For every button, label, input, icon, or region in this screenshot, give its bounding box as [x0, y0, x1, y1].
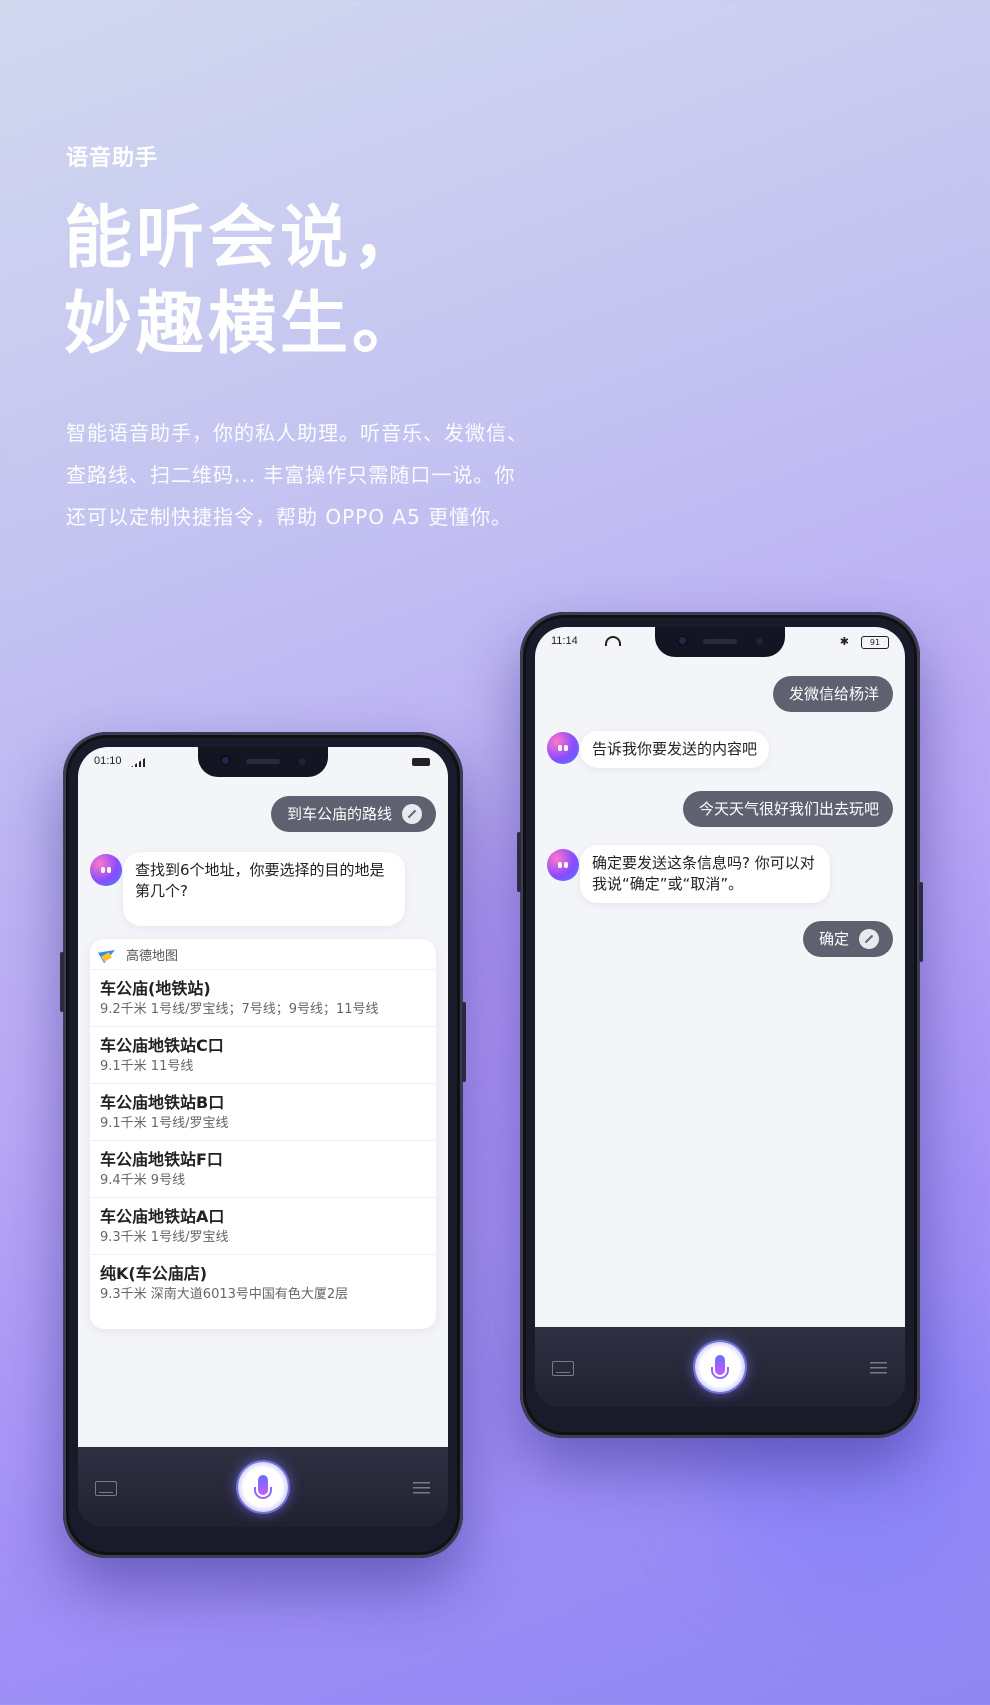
- user-message-bubble: 发微信给杨洋: [772, 676, 893, 712]
- edit-icon[interactable]: [859, 929, 879, 949]
- poi-detail: 9.3千米 深南大道6013号中国有色大厦2层: [100, 1287, 349, 1302]
- amap-logo-icon: [100, 945, 118, 963]
- menu-icon[interactable]: [870, 1362, 887, 1374]
- user-message-text: 今天天气很好我们出去玩吧: [698, 800, 879, 818]
- volume-button: [60, 952, 64, 1012]
- map-results-card: 高德地图 车公庙(地铁站) 9.2千米 1号线/罗宝线；7号线；9号线；11号线…: [90, 939, 436, 1329]
- user-query-bubble[interactable]: 到车公庙的路线: [270, 796, 436, 832]
- assistant-reply-bubble: 查找到6个地址，你要选择的目的地是第几个?: [123, 852, 405, 926]
- poi-detail: 9.4千米 9号线: [100, 1173, 186, 1188]
- poi-name: 纯K(车公庙店): [100, 1264, 208, 1283]
- map-card-header: 高德地图: [90, 939, 436, 969]
- description-line: 查路线、扫二维码... 丰富操作只需随口一说。你: [66, 463, 516, 487]
- assistant-reply-text: 确定要发送这条信息吗? 你可以对我说“确定”或“取消”。: [592, 854, 815, 893]
- assistant-avatar-icon: [547, 849, 579, 881]
- assistant-bottom-bar: [535, 1327, 905, 1407]
- phone-left: 01:10 到车公庙的路线 查找到6个地址，你要选择的目的地是第几个? 高德地图…: [60, 732, 466, 1558]
- assistant-reply-bubble: 确定要发送这条信息吗? 你可以对我说“确定”或“取消”。: [580, 845, 830, 903]
- battery-icon: 91: [861, 636, 889, 649]
- status-time: 11:14: [551, 635, 578, 647]
- poi-detail: 9.1千米 1号线/罗宝线: [100, 1116, 229, 1131]
- user-message-text: 确定: [818, 930, 849, 948]
- list-item[interactable]: 车公庙(地铁站) 9.2千米 1号线/罗宝线；7号线；9号线；11号线: [90, 969, 436, 1026]
- battery-icon: [412, 758, 430, 766]
- keyboard-icon[interactable]: [552, 1361, 574, 1376]
- section-eyebrow: 语音助手: [66, 146, 159, 171]
- camera-icon: [677, 635, 688, 646]
- phone-right: 11:14 ✱ 91 发微信给杨洋 告诉我你要发送的内容吧 今天天气很好我们出去…: [517, 612, 923, 1438]
- menu-icon[interactable]: [413, 1482, 430, 1494]
- microphone-button[interactable]: [695, 1342, 745, 1392]
- edit-icon[interactable]: [402, 804, 422, 824]
- speaker-grille: [703, 639, 737, 644]
- signal-icon: [131, 758, 145, 767]
- assistant-avatar-icon: [90, 854, 122, 886]
- poi-detail: 9.2千米 1号线/罗宝线；7号线；9号线；11号线: [100, 1002, 379, 1017]
- hero-title-line: 妙趣横生。: [64, 285, 425, 364]
- map-app-name: 高德地图: [126, 948, 179, 964]
- assistant-avatar-icon: [547, 732, 579, 764]
- hero-title: 能听会说， 妙趣横生。: [64, 196, 424, 368]
- list-item[interactable]: 车公庙地铁站F口 9.4千米 9号线: [90, 1140, 436, 1197]
- description-line: 还可以定制快捷指令，帮助 OPPO A5 更懂你。: [66, 505, 513, 529]
- user-query-text: 到车公庙的路线: [286, 805, 392, 823]
- notch: [198, 747, 328, 777]
- user-message-bubble: 今天天气很好我们出去玩吧: [682, 791, 893, 827]
- microphone-icon: [711, 1355, 729, 1379]
- poi-name: 车公庙地铁站F口: [100, 1150, 223, 1169]
- phone-screen: 01:10 到车公庙的路线 查找到6个地址，你要选择的目的地是第几个? 高德地图…: [78, 747, 448, 1447]
- hero-title-line: 能听会说，: [64, 199, 425, 278]
- phone-screen: 11:14 ✱ 91 发微信给杨洋 告诉我你要发送的内容吧 今天天气很好我们出去…: [535, 627, 905, 1327]
- status-time: 01:10: [94, 755, 122, 767]
- poi-name: 车公庙地铁站C口: [100, 1036, 224, 1055]
- speaker-grille: [246, 759, 280, 764]
- sensor-dot: [299, 758, 306, 765]
- poi-detail: 9.1千米 11号线: [100, 1059, 194, 1074]
- microphone-button[interactable]: [238, 1462, 288, 1512]
- keyboard-icon[interactable]: [95, 1481, 117, 1496]
- poi-detail: 9.3千米 1号线/罗宝线: [100, 1230, 229, 1245]
- poi-name: 车公庙(地铁站): [100, 979, 211, 998]
- microphone-icon: [254, 1475, 272, 1499]
- assistant-reply-text: 告诉我你要发送的内容吧: [592, 740, 758, 758]
- assistant-reply-text: 查找到6个地址，你要选择的目的地是第几个?: [135, 861, 385, 900]
- description-line: 智能语音助手，你的私人助理。听音乐、发微信、: [66, 421, 528, 445]
- camera-icon: [220, 755, 231, 766]
- sensor-dot: [756, 638, 763, 645]
- notch: [655, 627, 785, 657]
- poi-name: 车公庙地铁站B口: [100, 1093, 225, 1112]
- assistant-reply-bubble: 告诉我你要发送的内容吧: [580, 731, 770, 768]
- list-item[interactable]: 车公庙地铁站C口 9.1千米 11号线: [90, 1026, 436, 1083]
- user-message-text: 发微信给杨洋: [788, 685, 879, 703]
- list-item[interactable]: 车公庙地铁站B口 9.1千米 1号线/罗宝线: [90, 1083, 436, 1140]
- user-confirm-bubble[interactable]: 确定: [802, 921, 893, 957]
- hero-description: 智能语音助手，你的私人助理。听音乐、发微信、 查路线、扫二维码... 丰富操作只…: [66, 412, 586, 538]
- poi-name: 车公庙地铁站A口: [100, 1207, 225, 1226]
- wifi-icon: [605, 636, 621, 646]
- battery-level: 91: [869, 638, 881, 647]
- list-item[interactable]: 纯K(车公庙店) 9.3千米 深南大道6013号中国有色大厦2层: [90, 1254, 436, 1311]
- assistant-bottom-bar: [78, 1447, 448, 1527]
- power-button: [919, 882, 923, 962]
- power-button: [462, 1002, 466, 1082]
- list-item[interactable]: 车公庙地铁站A口 9.3千米 1号线/罗宝线: [90, 1197, 436, 1254]
- bluetooth-icon: ✱: [839, 635, 849, 648]
- volume-button: [517, 832, 521, 892]
